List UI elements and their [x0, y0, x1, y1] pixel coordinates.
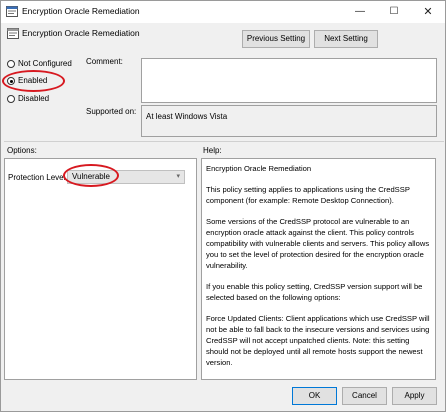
options-label: Options:: [7, 146, 37, 155]
help-paragraph: Force Updated Clients: Client applicatio…: [206, 314, 430, 367]
policy-icon: [6, 6, 18, 17]
help-paragraph: If you enable this policy setting, CredS…: [206, 282, 423, 302]
radio-disabled-label: Disabled: [18, 94, 50, 103]
comment-field[interactable]: [141, 58, 437, 103]
help-paragraph: Some versions of the CredSSP protocol ar…: [206, 217, 430, 270]
help-paragraph: Encryption Oracle Remediation: [206, 164, 312, 173]
policy-name: Encryption Oracle Remediation: [22, 28, 140, 38]
enabled-highlight-circle: [2, 70, 65, 92]
help-paragraph: This policy setting applies to applicati…: [206, 185, 410, 205]
previous-setting-button[interactable]: Previous Setting: [242, 30, 310, 48]
policy-dialog-window: Encryption Oracle Remediation — ☐ ✕ Encr…: [0, 0, 446, 412]
help-label: Help:: [203, 146, 222, 155]
comment-label: Comment:: [86, 57, 123, 66]
minimize-icon[interactable]: —: [343, 1, 377, 23]
chevron-down-icon: ▾: [176, 173, 180, 180]
supported-on-label: Supported on:: [86, 107, 137, 116]
vulnerable-highlight-circle: [63, 164, 119, 187]
policy-setting-icon: [7, 28, 19, 39]
window-title: Encryption Oracle Remediation: [22, 6, 140, 16]
radio-not-configured-label: Not Configured: [18, 59, 72, 68]
ok-button[interactable]: OK: [292, 387, 337, 405]
help-text: Encryption Oracle Remediation This polic…: [206, 163, 432, 378]
next-setting-button[interactable]: Next Setting: [314, 30, 378, 48]
apply-button[interactable]: Apply: [392, 387, 437, 405]
help-scrollbar[interactable]: [436, 158, 444, 380]
help-panel: Encryption Oracle Remediation This polic…: [201, 158, 436, 380]
radio-disabled-circle[interactable]: [7, 95, 15, 103]
cancel-button[interactable]: Cancel: [342, 387, 387, 405]
radio-not-configured-circle[interactable]: [7, 60, 15, 68]
options-panel: Protection Level: [4, 158, 197, 380]
maximize-icon[interactable]: ☐: [377, 1, 411, 23]
close-icon[interactable]: ✕: [411, 1, 445, 23]
title-bar[interactable]: Encryption Oracle Remediation — ☐ ✕: [1, 1, 445, 23]
protection-level-label: Protection Level: [8, 173, 66, 182]
section-divider: [4, 141, 444, 142]
supported-on-value: At least Windows Vista: [141, 105, 437, 137]
